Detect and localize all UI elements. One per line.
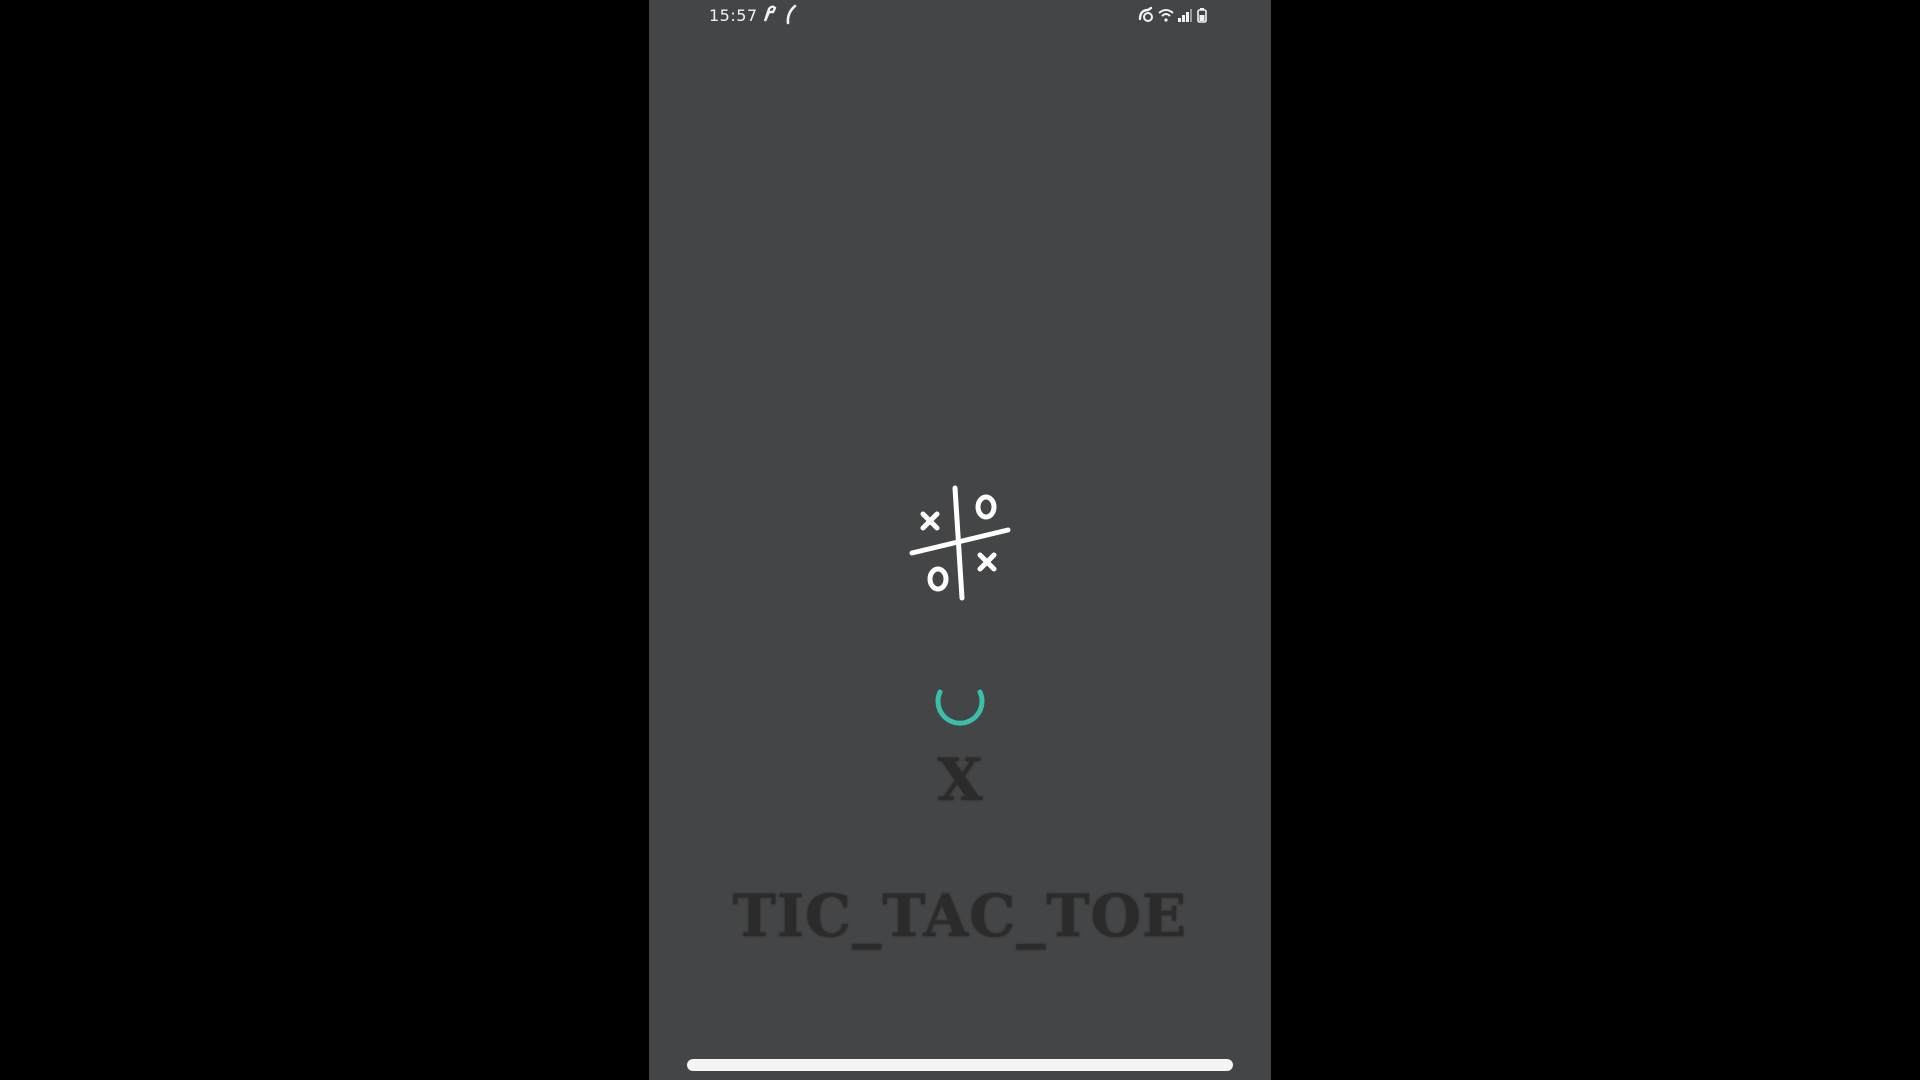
status-left-icons xyxy=(761,2,799,26)
loading-spinner xyxy=(935,689,985,726)
battery-icon xyxy=(1197,8,1207,23)
app-title: TIC_TAC_TOE xyxy=(732,882,1188,950)
alarm-icon xyxy=(1138,6,1153,22)
status-right-icons xyxy=(1137,4,1208,26)
tic-tac-toe-logo-icon xyxy=(909,485,1011,601)
notification-icon-2 xyxy=(786,4,797,25)
notification-icon xyxy=(763,5,777,22)
wifi-icon xyxy=(1158,9,1174,22)
turn-indicator: X xyxy=(937,746,983,814)
home-indicator-bar[interactable] xyxy=(687,1059,1233,1071)
signal-icon xyxy=(1178,9,1192,22)
status-bar: 15:57 xyxy=(649,0,1271,32)
phone-screen: 15:57 X TIC_TAC_TOE xyxy=(649,0,1271,1080)
status-time: 15:57 xyxy=(709,6,758,25)
